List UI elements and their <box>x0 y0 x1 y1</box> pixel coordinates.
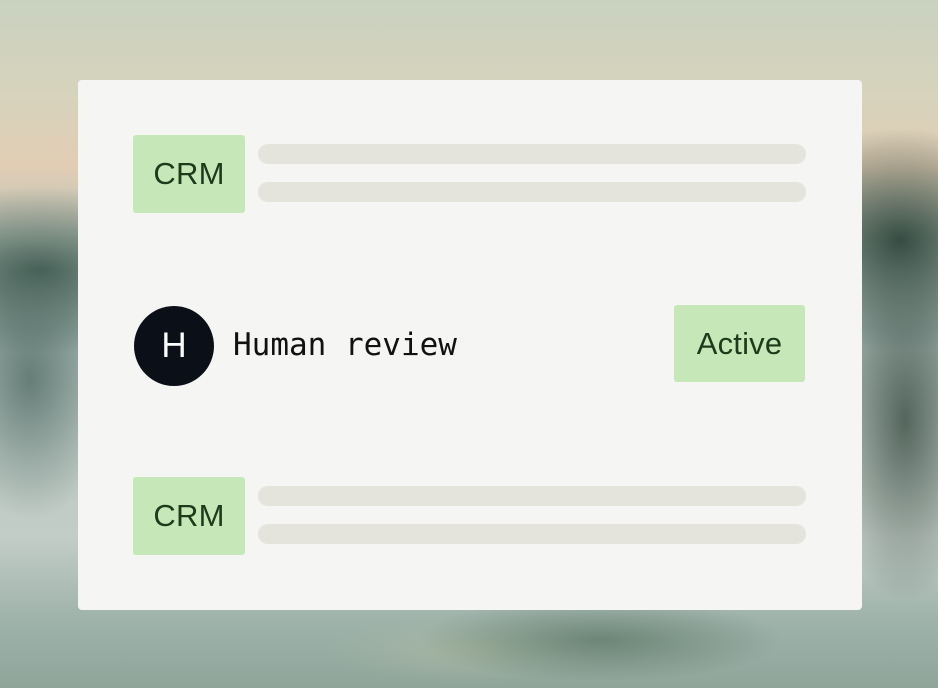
crm-row-top: CRM <box>133 135 806 213</box>
avatar: H <box>134 306 214 386</box>
workflow-card: CRM H Human review Active CRM <box>78 80 862 610</box>
human-review-row: H Human review Active <box>133 305 806 386</box>
placeholder-line <box>258 182 806 202</box>
step-name: Human review <box>233 327 457 363</box>
crm-tag: CRM <box>133 477 245 555</box>
placeholder-line <box>258 524 806 544</box>
status-badge: Active <box>674 305 805 382</box>
crm-tag: CRM <box>133 135 245 213</box>
crm-row-bottom: CRM <box>133 477 806 555</box>
placeholder-line <box>258 144 806 164</box>
placeholder-line <box>258 486 806 506</box>
